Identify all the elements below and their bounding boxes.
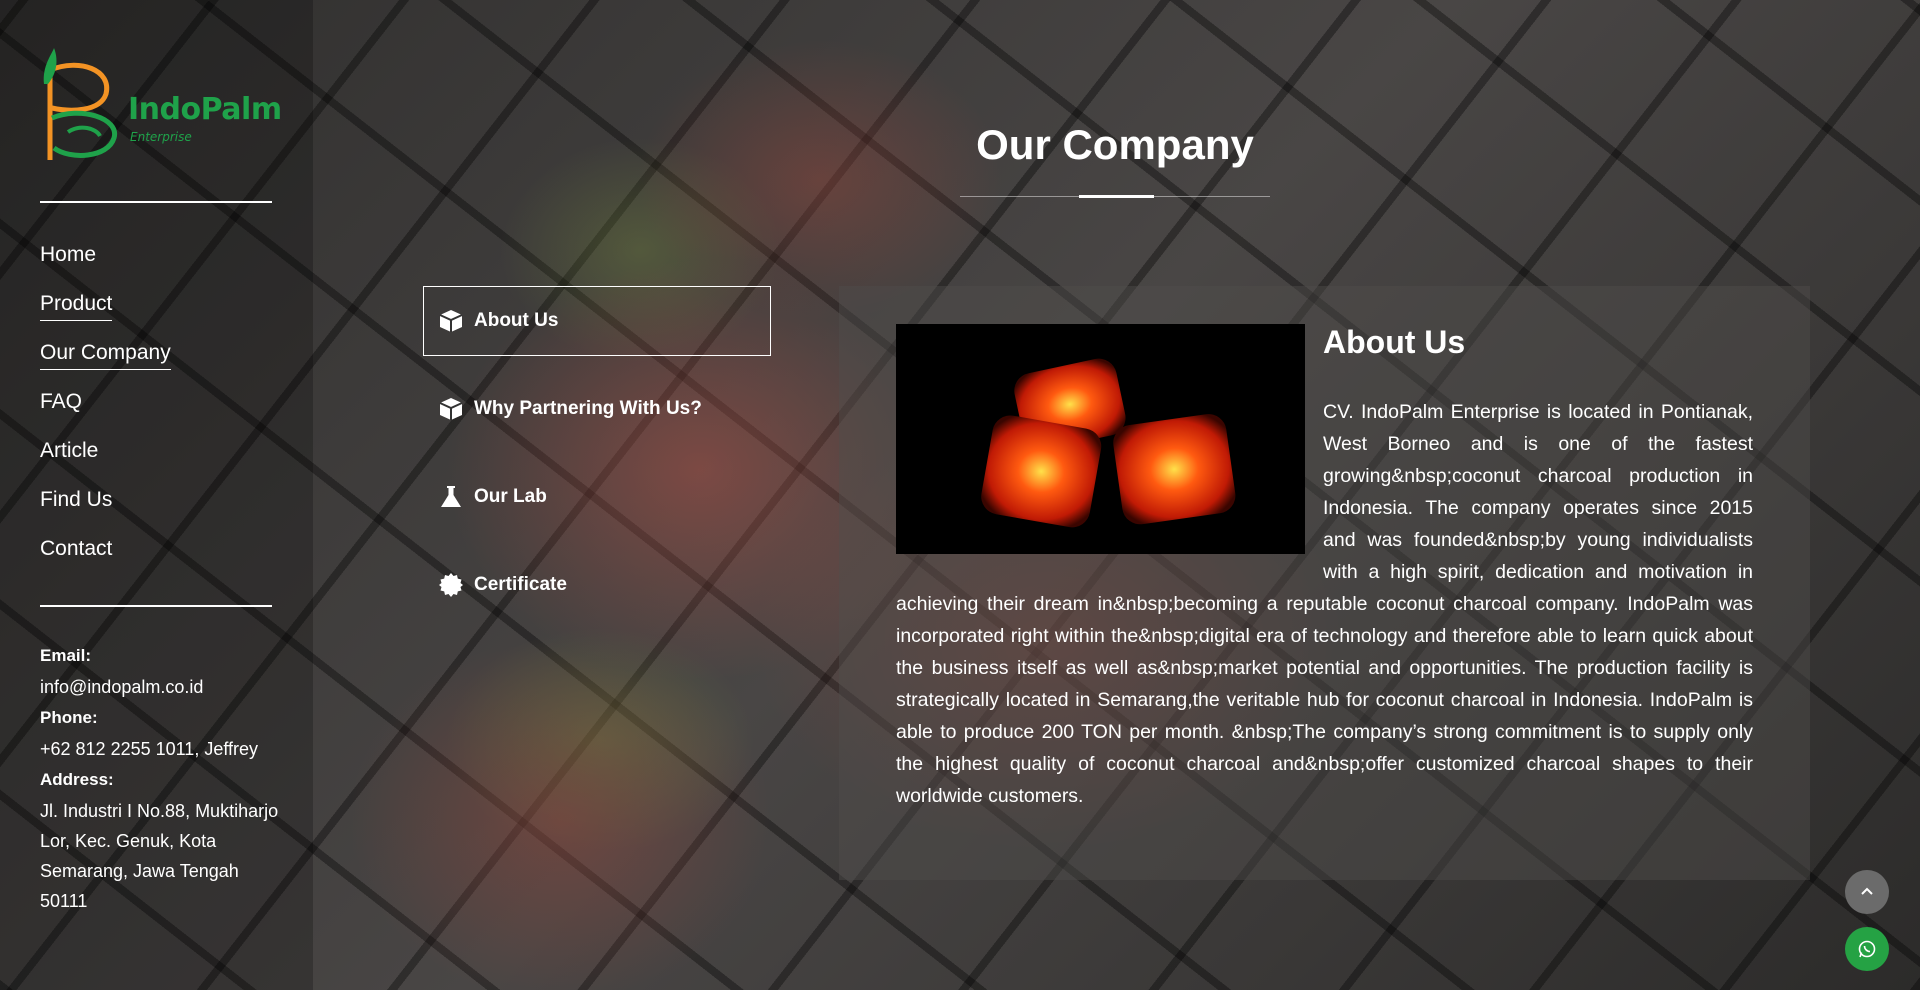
main-nav: Home Product Our Company FAQ Article Fin… xyxy=(40,243,171,586)
flask-icon xyxy=(438,484,464,510)
panel-title: About Us xyxy=(1323,324,1466,360)
cube-icon xyxy=(438,308,464,334)
cube-icon xyxy=(438,396,464,422)
logo-mark-icon xyxy=(43,48,117,160)
scroll-to-top-button[interactable] xyxy=(1845,870,1889,914)
tab-about-us[interactable]: About Us xyxy=(423,286,771,356)
email-value[interactable]: info@indopalm.co.id xyxy=(40,672,280,702)
certificate-icon xyxy=(438,572,464,598)
nav-faq[interactable]: FAQ xyxy=(40,390,82,418)
brand-logo[interactable]: IndoPalm Enterprise xyxy=(40,48,282,166)
address-label: Address: xyxy=(40,770,114,789)
tab-why-partnering[interactable]: Why Partnering With Us? xyxy=(423,374,771,444)
sidebar-divider-top xyxy=(40,201,272,203)
page-title: Our Company xyxy=(976,121,1254,168)
image-float-spacer xyxy=(896,396,1323,566)
tab-label: Certificate xyxy=(474,574,567,595)
phone-label: Phone: xyxy=(40,708,98,727)
whatsapp-button[interactable] xyxy=(1845,927,1889,971)
title-divider-accent xyxy=(1079,195,1154,198)
nav-product[interactable]: Product xyxy=(40,292,113,321)
contact-info: Email: info@indopalm.co.id Phone: +62 81… xyxy=(40,646,280,922)
nav-contact[interactable]: Contact xyxy=(40,537,112,565)
nav-our-company[interactable]: Our Company xyxy=(40,341,171,370)
tab-certificate[interactable]: Certificate xyxy=(423,550,771,620)
phone-value[interactable]: +62 812 2255 1011, Jeffrey xyxy=(40,734,280,764)
tab-our-lab[interactable]: Our Lab xyxy=(423,462,771,532)
whatsapp-icon xyxy=(1858,940,1876,958)
email-label: Email: xyxy=(40,646,92,665)
section-tabs: About Us Why Partnering With Us? Our Lab… xyxy=(423,286,771,638)
brand-name: IndoPalm xyxy=(128,92,282,127)
sidebar: IndoPalm Enterprise Home Product Our Com… xyxy=(0,0,313,990)
nav-find-us[interactable]: Find Us xyxy=(40,488,112,516)
tab-label: Why Partnering With Us? xyxy=(474,398,702,419)
chevron-up-icon xyxy=(1861,887,1873,895)
nav-article[interactable]: Article xyxy=(40,439,98,467)
tab-label: About Us xyxy=(474,310,559,331)
address-value: Jl. Industri I No.88, Muktiharjo Lor, Ke… xyxy=(40,801,279,911)
about-us-panel: About Us CV. IndoPalm Enterprise is loca… xyxy=(839,286,1810,880)
brand-subtitle: Enterprise xyxy=(130,130,192,144)
panel-body: CV. IndoPalm Enterprise is located in Po… xyxy=(896,396,1753,812)
sidebar-divider-bottom xyxy=(40,605,272,607)
nav-home[interactable]: Home xyxy=(40,243,96,271)
tab-label: Our Lab xyxy=(474,486,547,507)
